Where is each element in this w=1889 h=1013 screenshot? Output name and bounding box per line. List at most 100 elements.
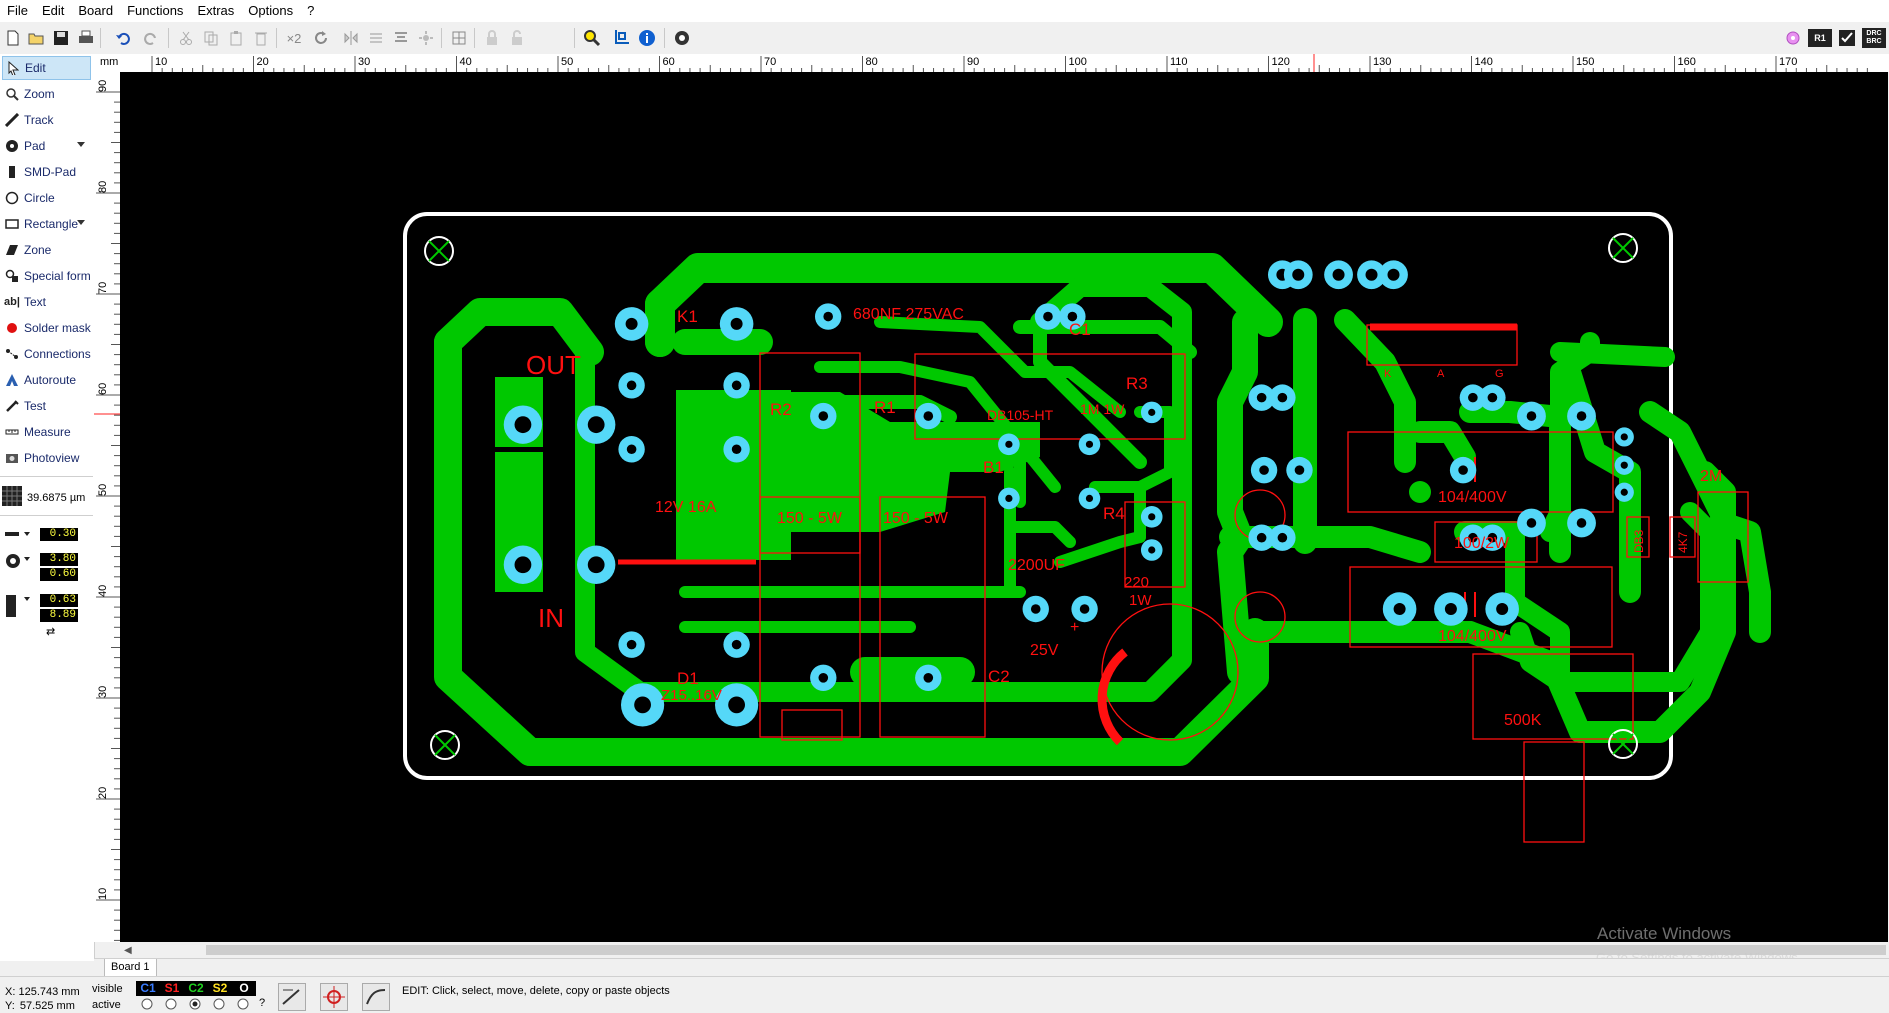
- label-r4: R4: [1103, 504, 1125, 523]
- snap-icon[interactable]: [362, 983, 390, 1011]
- chevron-down-icon[interactable]: [77, 142, 85, 147]
- pad-inner-value[interactable]: 0.60: [40, 568, 78, 581]
- menu-functions[interactable]: Functions: [120, 0, 190, 22]
- tool-pad[interactable]: Pad: [2, 134, 91, 158]
- left-ruler: 90 80 70 60 50 40 30 20 10: [94, 72, 120, 942]
- menu-options[interactable]: Options: [241, 0, 300, 22]
- tab-board-1[interactable]: Board 1: [104, 959, 157, 977]
- r1-icon[interactable]: R1: [1808, 29, 1832, 47]
- rotate-icon[interactable]: [310, 27, 332, 49]
- track-width-value[interactable]: 0.30: [40, 528, 78, 541]
- menu-board[interactable]: Board: [71, 0, 120, 22]
- pad-outer-value[interactable]: 3.80: [40, 553, 78, 566]
- drill-hole: [1148, 513, 1156, 521]
- layer-s1[interactable]: S1: [160, 981, 184, 996]
- drill-hole: [626, 639, 637, 650]
- mirror-horizontal-icon[interactable]: [340, 27, 362, 49]
- label-r1: R1: [874, 398, 896, 417]
- drill-hole: [1256, 392, 1267, 403]
- grid-setting[interactable]: 39.6875 µm: [2, 486, 85, 509]
- menu-edit[interactable]: Edit: [35, 0, 71, 22]
- autoroute-icon: [2, 370, 22, 390]
- ruler-label: 30: [97, 686, 109, 698]
- zoom-board-icon[interactable]: [610, 27, 632, 49]
- align-icon[interactable]: [390, 27, 412, 49]
- mirror-vertical-icon[interactable]: [365, 27, 387, 49]
- tool-solder-mask[interactable]: Solder mask: [2, 316, 91, 340]
- drill-hole: [1079, 604, 1090, 614]
- unlock-icon[interactable]: [506, 27, 528, 49]
- solder-mask-icon: [2, 318, 22, 338]
- settings-gear-icon[interactable]: [671, 27, 693, 49]
- drill-hole: [1292, 268, 1305, 281]
- save-icon[interactable]: [50, 27, 72, 49]
- tool-zoom[interactable]: Zoom: [2, 82, 91, 106]
- duplicate-icon[interactable]: ×2: [283, 27, 305, 49]
- radio-s2[interactable]: [208, 998, 232, 1010]
- ruler-label: 70: [97, 282, 109, 294]
- tool-photoview[interactable]: Photoview: [2, 446, 91, 470]
- menu-help[interactable]: ?: [300, 0, 321, 22]
- watermark-title: Activate Windows: [1597, 924, 1731, 942]
- tool-test[interactable]: Test: [2, 394, 91, 418]
- open-folder-icon[interactable]: [25, 27, 47, 49]
- tool-connections[interactable]: Connections: [2, 342, 91, 366]
- menu-extras[interactable]: Extras: [190, 0, 241, 22]
- delete-icon[interactable]: [250, 27, 272, 49]
- cut-icon[interactable]: [175, 27, 197, 49]
- check-icon[interactable]: [1836, 27, 1858, 49]
- new-file-icon[interactable]: [2, 27, 24, 49]
- lock-icon[interactable]: [481, 27, 503, 49]
- tool-rectangle[interactable]: Rectangle: [2, 212, 91, 236]
- radio-c2[interactable]: [184, 998, 208, 1010]
- active-layer-radios[interactable]: [136, 998, 256, 1010]
- radio-s1[interactable]: [160, 998, 184, 1010]
- drill-hole: [1576, 411, 1587, 421]
- board-tabs: Board 1: [94, 958, 1889, 977]
- drc-icon[interactable]: DRC BRC: [1862, 28, 1886, 48]
- tool-measure[interactable]: Measure: [2, 420, 91, 444]
- tool-autoroute[interactable]: Autoroute: [2, 368, 91, 392]
- pcb-canvas[interactable]: OUT IN K1 12V 16A D1 Z15..16V R2 150 - 5…: [120, 72, 1888, 942]
- layer-c2[interactable]: C2: [184, 981, 208, 996]
- layer-help[interactable]: ?: [259, 997, 265, 1009]
- copy-icon[interactable]: [200, 27, 222, 49]
- layout-icon[interactable]: [448, 27, 470, 49]
- divider: [0, 515, 93, 516]
- ruler-label: 10: [155, 56, 167, 68]
- smd-width-value[interactable]: 0.63: [40, 594, 78, 607]
- drill-hole: [730, 317, 743, 330]
- magnifier-icon[interactable]: [581, 27, 603, 49]
- group-icon[interactable]: [415, 27, 437, 49]
- tool-circle[interactable]: Circle: [2, 186, 91, 210]
- print-icon[interactable]: [75, 27, 97, 49]
- crosshair-icon[interactable]: [320, 983, 348, 1011]
- layer-color-icon[interactable]: [1782, 27, 1804, 49]
- tool-smd-pad[interactable]: SMD-Pad: [2, 160, 91, 184]
- paste-icon[interactable]: [225, 27, 247, 49]
- layer-c1[interactable]: C1: [136, 981, 160, 996]
- radio-c1[interactable]: [136, 998, 160, 1010]
- info-icon[interactable]: [636, 27, 658, 49]
- swap-icon[interactable]: ⇄: [46, 625, 55, 638]
- special-form-icon: [2, 266, 22, 286]
- tool-edit[interactable]: Edit: [2, 56, 91, 80]
- layer-s2[interactable]: S2: [208, 981, 232, 996]
- layer-o[interactable]: O: [232, 981, 256, 996]
- undo-icon[interactable]: [112, 27, 134, 49]
- drill-hole: [626, 380, 637, 391]
- smd-height-value[interactable]: 8.89: [40, 609, 78, 622]
- scroll-left-icon[interactable]: ◀: [124, 945, 132, 956]
- radio-o[interactable]: [232, 998, 256, 1010]
- menu-file[interactable]: File: [0, 0, 35, 22]
- tool-zone[interactable]: Zone: [2, 238, 91, 262]
- chevron-down-icon[interactable]: [77, 220, 85, 225]
- tool-text[interactable]: ab| Text: [2, 290, 91, 314]
- layer-selector[interactable]: C1 S1 C2 S2 O: [136, 981, 256, 996]
- redo-icon[interactable]: [140, 27, 162, 49]
- pcb-layout[interactable]: OUT IN K1 12V 16A D1 Z15..16V R2 150 - 5…: [120, 72, 1888, 942]
- rubberband-icon[interactable]: [278, 983, 306, 1011]
- ruler-label: 20: [257, 56, 269, 68]
- tool-track[interactable]: Track: [2, 108, 91, 132]
- tool-special-form[interactable]: Special form: [2, 264, 91, 288]
